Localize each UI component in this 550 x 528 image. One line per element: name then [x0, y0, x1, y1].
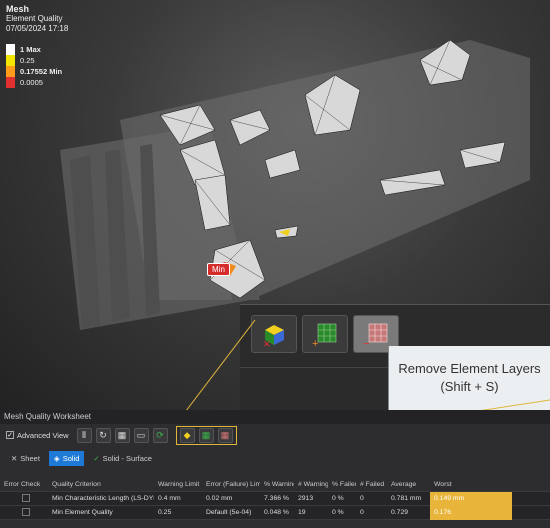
legend-swatch	[6, 66, 15, 77]
column-header[interactable]: % Warning	[260, 481, 294, 488]
column-header[interactable]: % Failed	[328, 481, 356, 488]
refresh-icon[interactable]: ↻	[95, 427, 111, 443]
table-cell: 0.729	[391, 509, 409, 516]
table-cell: 0 %	[332, 495, 344, 502]
legend-label: 1 Max	[20, 45, 41, 54]
close-icon: ✕	[11, 453, 18, 463]
table-cell: 0.781 mm	[391, 495, 422, 502]
table-row[interactable]: Min Element Quality 0.25 Default (5e-04)…	[0, 505, 550, 520]
tooltip-title: Remove Element Layers	[398, 361, 541, 376]
tooltip-shortcut: (Shift + S)	[440, 379, 499, 394]
table-cell: 0	[360, 495, 364, 502]
mesh-quality-worksheet: Mesh Quality Worksheet ✓ Advanced View ⫴ …	[0, 410, 550, 528]
row-checkbox[interactable]	[22, 507, 30, 516]
tooltip: Remove Element Layers (Shift + S)	[388, 346, 550, 410]
column-header[interactable]: Worst	[430, 481, 512, 488]
solid-icon: ◈	[53, 453, 60, 463]
result-header: Mesh Element Quality 07/05/2024 17:18	[6, 4, 68, 34]
result-subtitle: Element Quality	[6, 14, 63, 23]
advanced-view-label: Advanced View	[17, 430, 69, 440]
tab-solid-surface[interactable]: ✓ Solid - Surface	[88, 451, 157, 466]
table-cell: 19	[298, 509, 306, 516]
row-checkbox[interactable]	[22, 493, 30, 502]
table-cell: 2913	[298, 495, 314, 502]
check-icon: ✓	[93, 453, 100, 463]
legend-swatch	[6, 77, 15, 88]
remove-layers-icon: −	[363, 323, 388, 348]
worst-cell[interactable]: 0.176	[430, 505, 512, 520]
advanced-view-checkbox[interactable]: ✓ Advanced View	[6, 431, 69, 440]
table-cell[interactable]: 0.25	[154, 509, 202, 516]
table-header: Error Check Quality Criterion Warning Li…	[0, 478, 550, 492]
calculator-icon[interactable]: ▦	[114, 427, 130, 443]
table-cell: 7.366 %	[264, 495, 289, 502]
color-legend: 1 Max 0.25 0.17552 Min 0.0005	[6, 44, 62, 88]
table-cell: 0.048 %	[264, 509, 289, 516]
table-cell: Min Element Quality	[52, 509, 113, 516]
worst-cell[interactable]: 0.149 mm	[430, 491, 512, 506]
panel-title: Mesh Quality Worksheet	[0, 410, 550, 424]
sync-icon[interactable]: ⟳	[152, 427, 168, 443]
min-probe-tag[interactable]: Min	[207, 263, 230, 276]
table-cell[interactable]: 0.02 mm	[202, 495, 260, 502]
quality-table: Error Check Quality Criterion Warning Li…	[0, 478, 550, 520]
column-header[interactable]: # Failed	[356, 481, 387, 488]
cube-select-icon: ✕	[263, 325, 284, 348]
legend-label: 0.17552 Min	[20, 67, 63, 76]
table-cell: 0	[360, 509, 364, 516]
legend-row: 1 Max	[6, 44, 62, 55]
svg-text:+: +	[312, 338, 318, 348]
table-cell[interactable]: Default (5e-04)	[202, 509, 260, 516]
column-header[interactable]: Average	[387, 481, 430, 488]
column-header[interactable]: # Warning	[294, 481, 328, 488]
add-element-layers-button[interactable]: +	[302, 315, 348, 353]
legend-swatch	[6, 44, 15, 55]
show-elements-icon[interactable]: ◆	[179, 427, 195, 443]
divider	[240, 367, 388, 368]
legend-row: 0.25	[6, 55, 62, 66]
tab-label: Sheet	[20, 453, 40, 463]
result-title: Mesh	[6, 4, 30, 14]
svg-text:✕: ✕	[263, 339, 271, 348]
tab-solid[interactable]: ◈ Solid	[48, 450, 85, 466]
table-cell: 0 %	[332, 509, 344, 516]
tab-sheet[interactable]: ✕ Sheet	[6, 451, 45, 466]
worksheet-tabs: ✕ Sheet ◈ Solid ✓ Solid - Surface	[0, 449, 550, 467]
table-cell[interactable]: 0.4 mm	[154, 495, 202, 502]
add-layers-icon: +	[312, 323, 337, 348]
graphics-viewport[interactable]: Mesh Element Quality 07/05/2024 17:18 1 …	[0, 0, 550, 410]
tab-label: Solid	[62, 453, 80, 463]
legend-label: 0.0005	[20, 78, 43, 87]
tab-label: Solid - Surface	[102, 453, 152, 463]
table-cell: Min Characteristic Length (LS-DYNA)	[52, 495, 154, 502]
filter-icon[interactable]: ⫴	[76, 427, 92, 443]
error-check-cell[interactable]	[0, 493, 48, 504]
column-header[interactable]: Quality Criterion	[48, 481, 154, 488]
worksheet-toolbar: ✓ Advanced View ⫴ ↻ ▦ ▭ ⟳ ◆ ▦ ▦	[0, 424, 550, 446]
column-header[interactable]: Warning Limit	[154, 481, 202, 488]
add-layers-icon[interactable]: ▦	[198, 427, 214, 443]
svg-text:−: −	[363, 338, 369, 348]
legend-swatch	[6, 55, 15, 66]
remove-layers-icon[interactable]: ▦	[217, 427, 233, 443]
mechanical-app: Mesh Element Quality 07/05/2024 17:18 1 …	[0, 0, 550, 528]
legend-row: 0.0005	[6, 77, 62, 88]
column-header[interactable]: Error (Failure) Limit	[202, 481, 260, 488]
legend-row: 0.17552 Min	[6, 66, 62, 77]
check-icon: ✓	[6, 431, 14, 439]
error-check-cell[interactable]	[0, 507, 48, 518]
comment-icon[interactable]: ▭	[133, 427, 149, 443]
table-row[interactable]: Min Characteristic Length (LS-DYNA) 0.4 …	[0, 491, 550, 506]
result-timestamp: 07/05/2024 17:18	[6, 24, 69, 33]
show-elements-button[interactable]: ✕	[251, 315, 297, 353]
column-header[interactable]: Error Check	[0, 481, 48, 488]
legend-label: 0.25	[20, 56, 35, 65]
element-layer-toolbar-group: ◆ ▦ ▦	[175, 425, 237, 445]
